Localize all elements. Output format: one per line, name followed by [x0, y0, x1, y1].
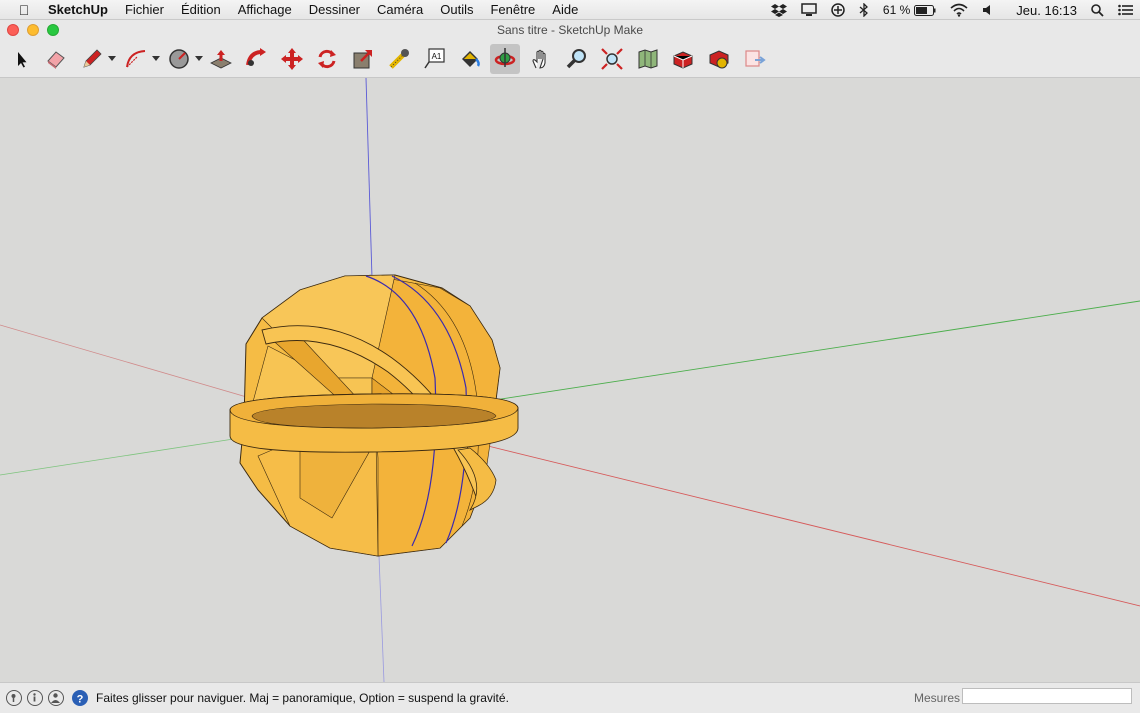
arrow-cursor-icon	[18, 52, 27, 68]
window-title: Sans titre - SketchUp Make	[496, 23, 644, 37]
window-title-bar: Sans titre - SketchUp Make	[0, 20, 1140, 40]
battery-percent[interactable]: 61 %	[883, 3, 910, 17]
green-axis-back	[0, 437, 241, 476]
rotate-icon	[318, 49, 336, 69]
extension-tool-button[interactable]	[668, 44, 698, 74]
minimize-window-button[interactable]	[27, 24, 39, 36]
pan-tool-button[interactable]	[526, 44, 556, 74]
push-pull-icon	[210, 50, 232, 69]
warehouse-tool-button[interactable]	[633, 44, 663, 74]
geo-location-icon[interactable]	[6, 690, 22, 706]
follow-me-icon	[246, 48, 266, 66]
pencil-icon	[83, 49, 102, 68]
circle-shape-icon	[169, 49, 189, 69]
wifi-icon[interactable]	[950, 3, 968, 17]
extension-manager-tool-button[interactable]	[704, 44, 734, 74]
apple-icon[interactable]: 	[16, 2, 32, 18]
drawing-viewport[interactable]	[0, 77, 1140, 683]
model-canvas	[0, 77, 1140, 683]
circle-dropdown-icon[interactable]	[195, 56, 203, 61]
menu-fenetre[interactable]: Fenêtre	[490, 2, 535, 17]
text-label-icon: A1	[424, 48, 445, 69]
credits-info-icon[interactable]	[27, 690, 43, 706]
main-toolbar: A1	[0, 40, 1140, 78]
pencil-tool-button[interactable]	[77, 44, 116, 74]
text-tool-button[interactable]: A1	[419, 44, 449, 74]
status-hint-text: Faites glisser pour naviguer. Maj = pano…	[96, 691, 509, 705]
zoom-tool-button[interactable]	[562, 44, 592, 74]
arc-dropdown-icon[interactable]	[152, 56, 160, 61]
sphere-with-rings-model[interactable]	[229, 274, 519, 557]
zoom-extents-icon	[601, 48, 623, 70]
tape-measure-icon	[389, 49, 409, 69]
move-arrows-icon	[281, 48, 303, 70]
menu-dessiner[interactable]: Dessiner	[309, 2, 360, 17]
rotate-tool-button[interactable]	[312, 44, 342, 74]
volume-icon[interactable]	[982, 4, 994, 16]
menu-app-name[interactable]: SketchUp	[48, 2, 108, 17]
menu-camera[interactable]: Caméra	[377, 2, 423, 17]
close-window-button[interactable]	[7, 24, 19, 36]
circle-tool-button[interactable]	[164, 44, 203, 74]
menu-outils[interactable]: Outils	[440, 2, 473, 17]
green-axis	[487, 300, 1140, 402]
magnifier-icon	[566, 49, 586, 69]
dropbox-icon[interactable]	[770, 3, 787, 17]
status-bar: ? Faites glisser pour naviguer. Maj = pa…	[0, 682, 1140, 713]
battery-icon[interactable]	[914, 4, 936, 16]
notification-center-icon[interactable]	[1118, 4, 1134, 16]
orbit-tool-button[interactable]	[490, 44, 520, 74]
blue-axis	[365, 77, 373, 279]
display-icon[interactable]	[801, 3, 817, 17]
paint-bucket-icon	[462, 51, 480, 67]
text-tool-label: A1	[432, 52, 442, 61]
blue-axis-back	[378, 555, 385, 683]
orbit-icon	[494, 48, 516, 67]
svg-text:?: ?	[77, 694, 84, 706]
arc-icon	[126, 50, 146, 68]
clock[interactable]: Jeu. 16:13	[1016, 3, 1077, 18]
window-controls	[7, 24, 59, 36]
menu-edition[interactable]: Édition	[181, 2, 221, 17]
move-tool-button[interactable]	[277, 44, 307, 74]
menu-bar:  SketchUp Fichier Édition Affichage Des…	[0, 0, 1140, 20]
mesures-input[interactable]	[962, 688, 1132, 704]
select-tool-button[interactable]	[6, 44, 36, 74]
layout-tool-button[interactable]	[740, 44, 770, 74]
mesures-label: Mesures	[914, 691, 961, 705]
user-account-icon[interactable]	[48, 690, 64, 706]
scale-tool-button[interactable]	[348, 44, 378, 74]
vpn-icon[interactable]	[831, 3, 845, 17]
paint-bucket-tool-button[interactable]	[455, 44, 485, 74]
zoom-extents-tool-button[interactable]	[597, 44, 627, 74]
help-icon[interactable]: ?	[72, 690, 88, 706]
map-icon	[638, 49, 658, 69]
bluetooth-icon[interactable]	[859, 3, 869, 17]
push-pull-tool-button[interactable]	[206, 44, 236, 74]
scale-icon	[353, 50, 372, 69]
menu-fichier[interactable]: Fichier	[125, 2, 164, 17]
pencil-dropdown-icon[interactable]	[108, 56, 116, 61]
menu-affichage[interactable]: Affichage	[238, 2, 292, 17]
menu-aide[interactable]: Aide	[552, 2, 578, 17]
red-axis	[487, 445, 1140, 607]
status-menu-extras: 61 % Jeu. 16:13	[770, 0, 1140, 20]
hand-icon	[532, 49, 546, 69]
send-to-layout-icon	[745, 50, 766, 67]
follow-me-tool-button[interactable]	[241, 44, 271, 74]
extension-warehouse-icon	[709, 50, 729, 69]
arc-tool-button[interactable]	[121, 44, 160, 74]
eraser-tool-button[interactable]	[41, 44, 71, 74]
box-stack-icon	[673, 51, 693, 69]
zoom-window-button[interactable]	[47, 24, 59, 36]
spotlight-search-icon[interactable]	[1091, 3, 1104, 17]
tape-measure-tool-button[interactable]	[384, 44, 414, 74]
eraser-icon	[47, 51, 65, 69]
